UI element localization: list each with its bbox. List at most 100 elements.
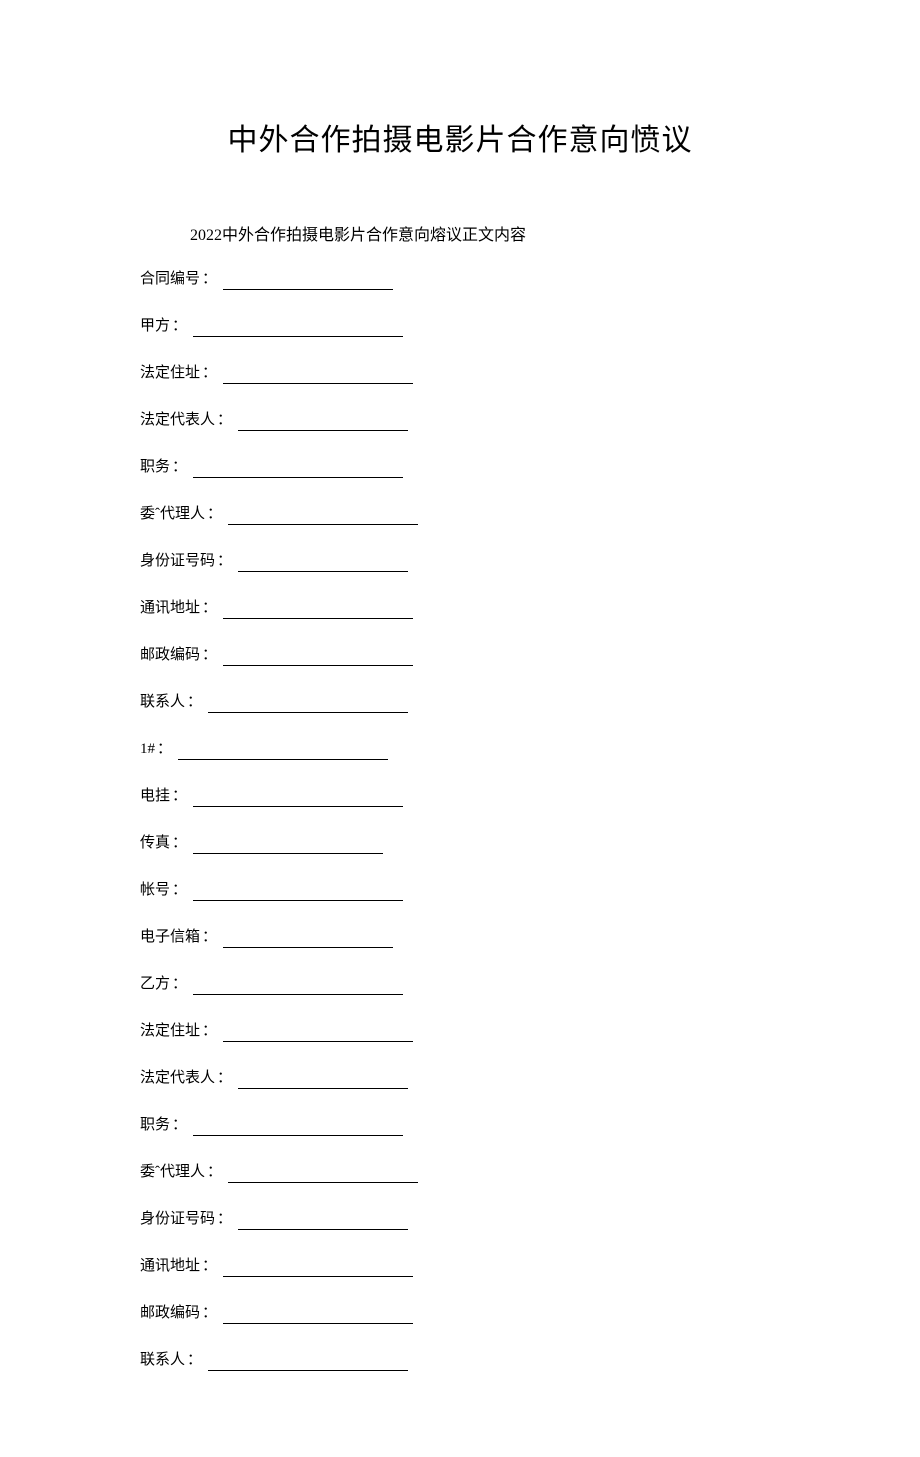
- document-title: 中外合作拍摄电影片合作意向愤议: [140, 115, 780, 159]
- field-colon: ：: [172, 833, 187, 854]
- blank-underline: [228, 1168, 418, 1183]
- field-colon: ：: [202, 1256, 217, 1277]
- field-label: 职务: [140, 1115, 170, 1136]
- blank-underline: [208, 698, 408, 713]
- form-field-row: 邮政编码：: [140, 645, 780, 666]
- field-colon: ：: [172, 880, 187, 901]
- field-label: 身份证号码: [140, 1209, 215, 1230]
- field-label: 联系人: [140, 1350, 185, 1371]
- form-field-row: 邮政编码：: [140, 1303, 780, 1324]
- field-colon: ：: [172, 786, 187, 807]
- form-field-row: 乙方：: [140, 974, 780, 995]
- blank-underline: [223, 1262, 413, 1277]
- field-colon: ：: [202, 269, 217, 290]
- form-field-row: 职务：: [140, 457, 780, 478]
- field-colon: ：: [217, 1068, 232, 1089]
- blank-underline: [193, 463, 403, 478]
- field-colon: ：: [202, 1303, 217, 1324]
- field-colon: ：: [187, 692, 202, 713]
- form-field-row: 电挂：: [140, 786, 780, 807]
- form-fields-container: 合同编号：甲方：法定住址：法定代表人：职务：委ˆ代理人：身份证号码：通讯地址：邮…: [140, 269, 780, 1371]
- blank-underline: [178, 745, 388, 760]
- field-label: 合同编号: [140, 269, 200, 290]
- form-field-row: 联系人：: [140, 692, 780, 713]
- field-label: 甲方: [140, 316, 170, 337]
- form-field-row: 甲方：: [140, 316, 780, 337]
- field-label: 法定住址: [140, 1021, 200, 1042]
- form-field-row: 身份证号码：: [140, 551, 780, 572]
- field-colon: ：: [217, 410, 232, 431]
- field-colon: ：: [172, 1115, 187, 1136]
- form-field-row: 1#：: [140, 739, 780, 760]
- blank-underline: [193, 839, 383, 854]
- field-colon: ：: [217, 1209, 232, 1230]
- blank-underline: [238, 1215, 408, 1230]
- field-colon: ：: [172, 316, 187, 337]
- form-field-row: 法定代表人：: [140, 1068, 780, 1089]
- blank-underline: [238, 416, 408, 431]
- blank-underline: [223, 604, 413, 619]
- field-label: 职务: [140, 457, 170, 478]
- blank-underline: [223, 1309, 413, 1324]
- field-colon: ：: [172, 457, 187, 478]
- blank-underline: [208, 1356, 408, 1371]
- form-field-row: 传真：: [140, 833, 780, 854]
- form-field-row: 通讯地址：: [140, 598, 780, 619]
- field-label: 法定住址: [140, 363, 200, 384]
- field-label: 联系人: [140, 692, 185, 713]
- field-colon: ：: [202, 598, 217, 619]
- field-label: 乙方: [140, 974, 170, 995]
- form-field-row: 合同编号：: [140, 269, 780, 290]
- form-field-row: 帐号：: [140, 880, 780, 901]
- blank-underline: [193, 792, 403, 807]
- form-field-row: 电子信箱：: [140, 927, 780, 948]
- field-label: 通讯地址: [140, 598, 200, 619]
- form-field-row: 法定代表人：: [140, 410, 780, 431]
- field-label: 电挂: [140, 786, 170, 807]
- form-field-row: 法定住址：: [140, 363, 780, 384]
- blank-underline: [223, 933, 393, 948]
- field-label: 委ˆ代理人: [140, 504, 205, 525]
- field-label: 1#: [140, 739, 155, 760]
- form-field-row: 通讯地址：: [140, 1256, 780, 1277]
- form-field-row: 法定住址：: [140, 1021, 780, 1042]
- blank-underline: [193, 886, 403, 901]
- document-page: 中外合作拍摄电影片合作意向愤议 2022中外合作拍摄电影片合作意向熔议正文内容 …: [0, 0, 920, 1457]
- blank-underline: [238, 557, 408, 572]
- blank-underline: [223, 651, 413, 666]
- field-label: 电子信箱: [140, 927, 200, 948]
- form-field-row: 委ˆ代理人：: [140, 504, 780, 525]
- blank-underline: [193, 980, 403, 995]
- field-colon: ：: [202, 927, 217, 948]
- field-label: 法定代表人: [140, 1068, 215, 1089]
- form-field-row: 职务：: [140, 1115, 780, 1136]
- field-label: 委ˆ代理人: [140, 1162, 205, 1183]
- field-label: 法定代表人: [140, 410, 215, 431]
- field-colon: ：: [207, 504, 222, 525]
- field-label: 通讯地址: [140, 1256, 200, 1277]
- field-label: 邮政编码: [140, 645, 200, 666]
- blank-underline: [193, 1121, 403, 1136]
- blank-underline: [238, 1074, 408, 1089]
- field-colon: ：: [217, 551, 232, 572]
- field-colon: ：: [172, 974, 187, 995]
- blank-underline: [193, 322, 403, 337]
- field-colon: ：: [202, 645, 217, 666]
- field-label: 传真: [140, 833, 170, 854]
- document-subtitle: 2022中外合作拍摄电影片合作意向熔议正文内容: [190, 221, 780, 245]
- field-label: 身份证号码: [140, 551, 215, 572]
- blank-underline: [223, 275, 393, 290]
- blank-underline: [223, 1027, 413, 1042]
- blank-underline: [228, 510, 418, 525]
- form-field-row: 委ˆ代理人：: [140, 1162, 780, 1183]
- field-colon: ：: [187, 1350, 202, 1371]
- field-label: 邮政编码: [140, 1303, 200, 1324]
- form-field-row: 身份证号码：: [140, 1209, 780, 1230]
- form-field-row: 联系人：: [140, 1350, 780, 1371]
- field-colon: ：: [202, 1021, 217, 1042]
- field-colon: ：: [202, 363, 217, 384]
- field-label: 帐号: [140, 880, 170, 901]
- blank-underline: [223, 369, 413, 384]
- field-colon: ：: [157, 739, 172, 760]
- field-colon: ：: [207, 1162, 222, 1183]
